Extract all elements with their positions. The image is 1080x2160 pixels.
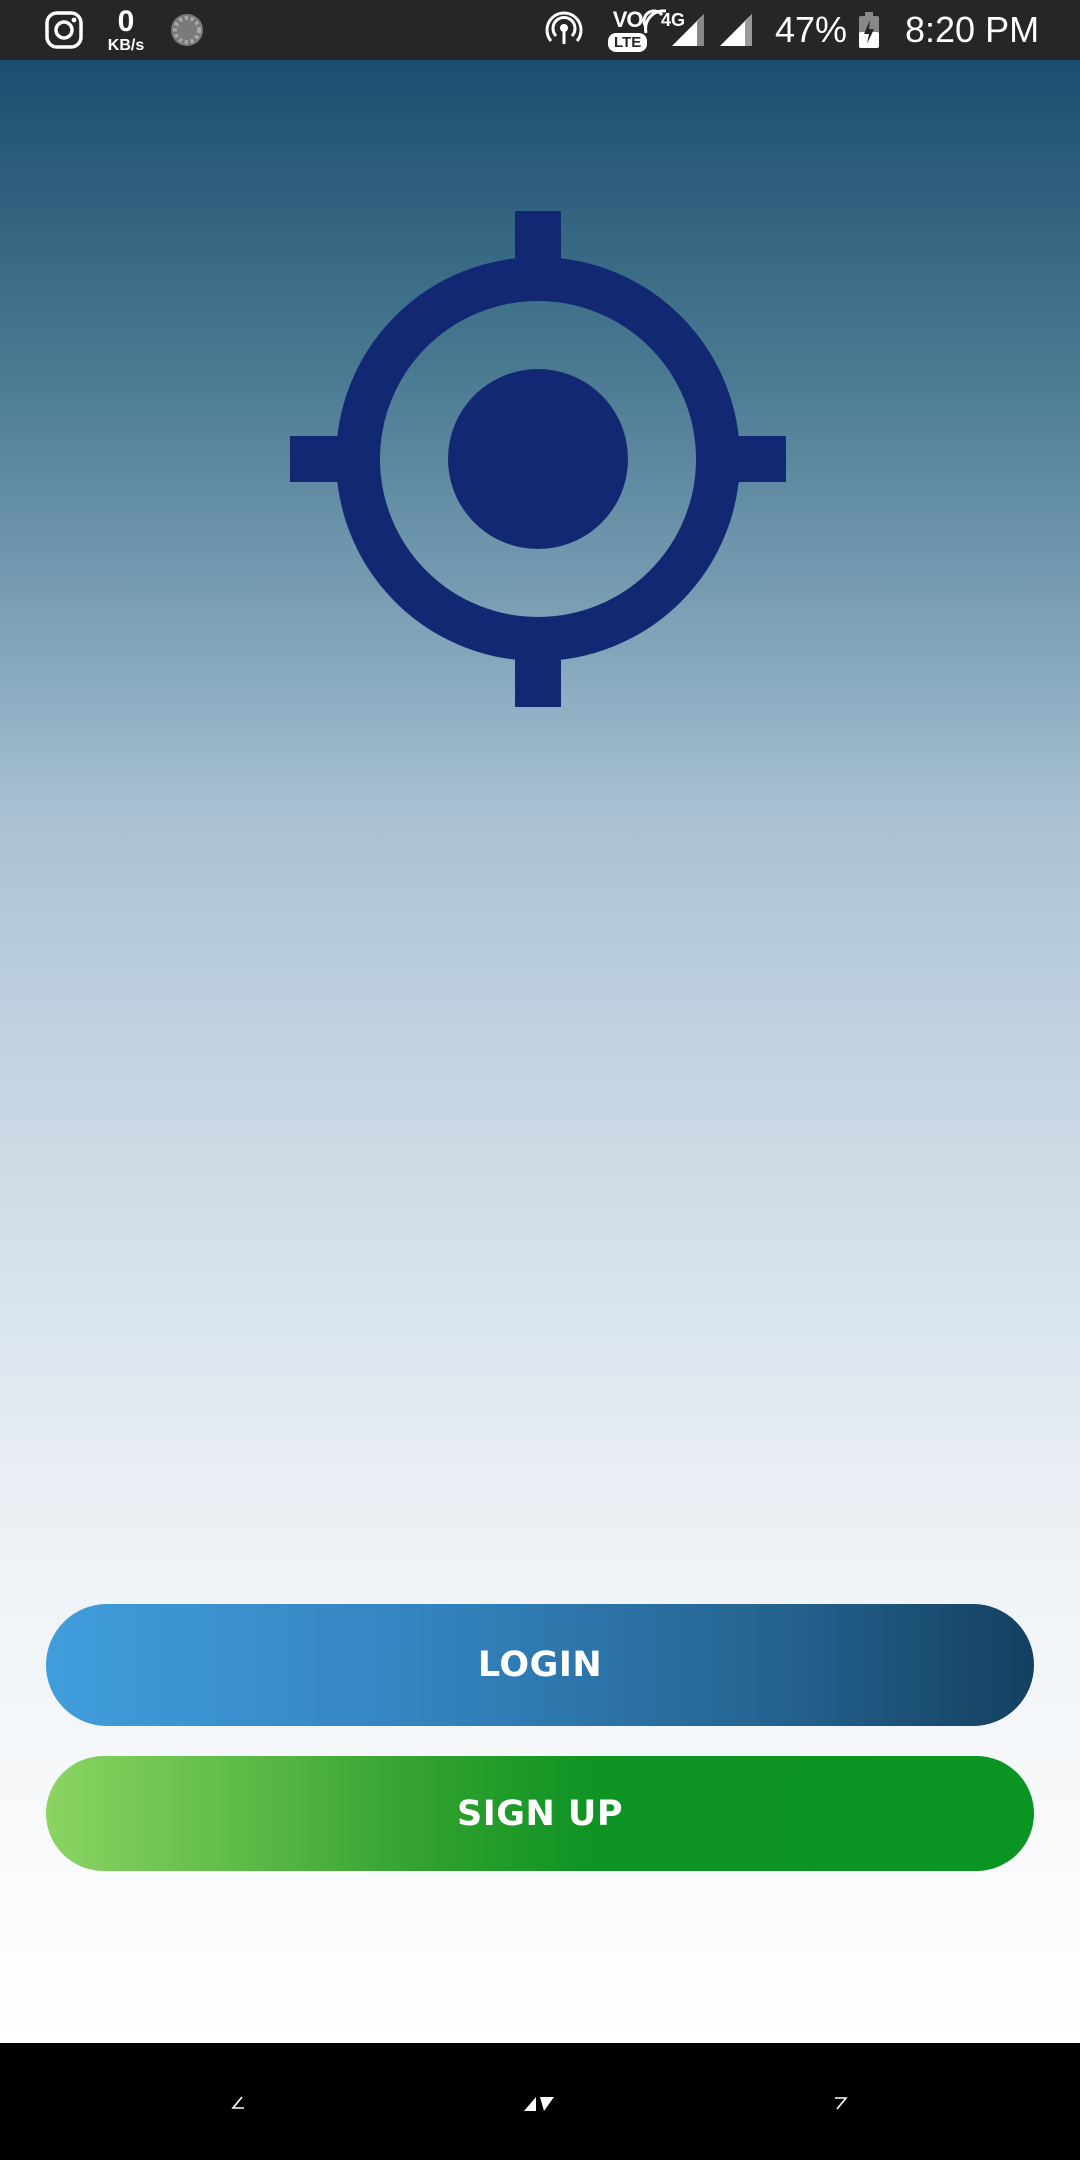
navigation-bar	[0, 2043, 1080, 2160]
recents-icon[interactable]	[811, 2073, 871, 2133]
status-bar: 0 KB/s VO LTE 4G 47% 8:20 PM	[0, 0, 1080, 60]
home-icon[interactable]	[510, 2073, 570, 2133]
back-icon[interactable]	[208, 2073, 268, 2133]
net-speed-indicator: 0 KB/s	[100, 0, 152, 60]
signal-icon	[718, 0, 754, 60]
loading-circle-icon	[168, 0, 206, 60]
crosshair-location-icon	[290, 211, 786, 707]
signup-button[interactable]: SIGN UP	[46, 1756, 1034, 1871]
login-button[interactable]: LOGIN	[46, 1604, 1034, 1726]
net-speed-unit: KB/s	[107, 36, 145, 54]
volte-label: VO	[612, 6, 644, 32]
signal-icon	[670, 0, 706, 60]
instagram-icon	[44, 0, 84, 60]
net-speed-value: 0	[117, 4, 135, 38]
welcome-screen: LOGIN SIGN UP	[0, 60, 1080, 2043]
hotspot-icon	[543, 0, 585, 60]
battery-charging-icon	[858, 0, 880, 60]
clock: 8:20 PM	[905, 9, 1040, 50]
battery-percent: 47%	[775, 9, 848, 50]
